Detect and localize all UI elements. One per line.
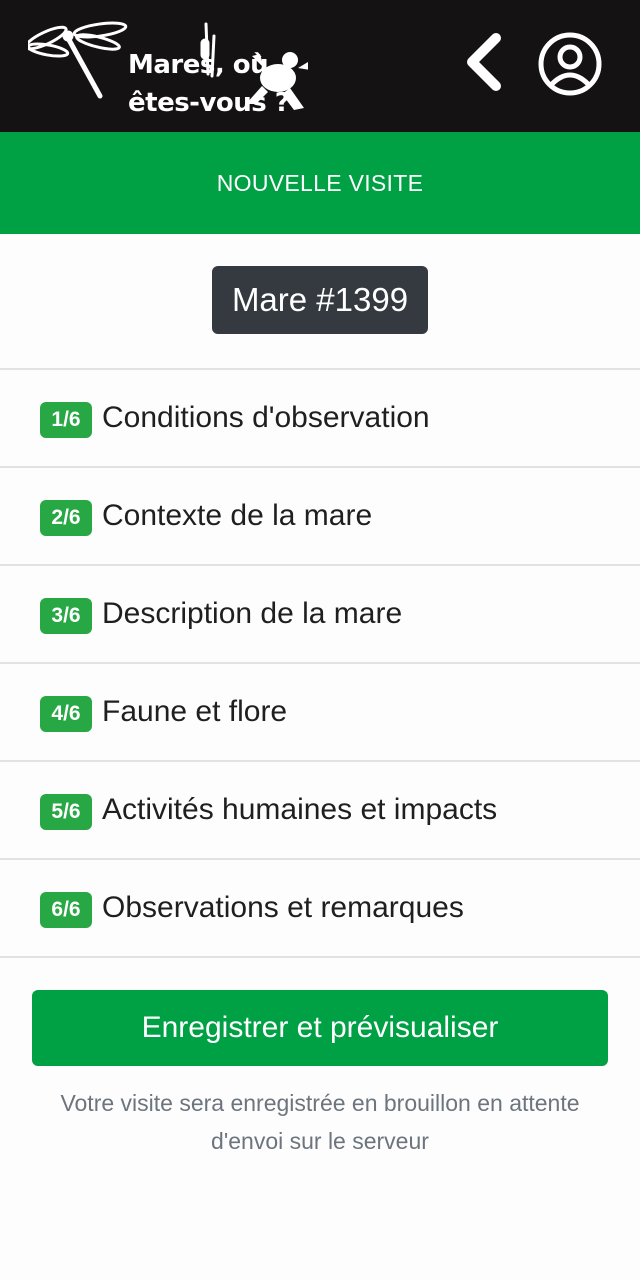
section-title: NOUVELLE VISITE (216, 169, 424, 196)
step-badge: 3/6 (40, 598, 92, 634)
step-label: Description de la mare (102, 597, 403, 630)
step-badge: 4/6 (40, 696, 92, 732)
step-item-contexte[interactable]: 2/6 Contexte de la mare (0, 468, 640, 566)
step-item-activites[interactable]: 5/6 Activités humaines et impacts (0, 762, 640, 860)
step-badge: 5/6 (40, 794, 92, 830)
mare-header: Mare #1399 (0, 234, 640, 368)
step-label: Activités humaines et impacts (102, 793, 498, 826)
logo-title-line2: êtes-vous ? (128, 88, 290, 118)
step-label: Contexte de la mare (102, 499, 373, 532)
user-account-button[interactable] (536, 30, 604, 98)
step-badge: 6/6 (40, 892, 92, 928)
step-label: Faune et flore (102, 695, 288, 728)
step-badge: 2/6 (40, 500, 92, 536)
back-button[interactable] (460, 32, 508, 92)
draft-note: Votre visite sera enregistrée en brouill… (60, 1090, 580, 1154)
user-circle-icon (538, 32, 602, 96)
step-item-description[interactable]: 3/6 Description de la mare (0, 566, 640, 664)
app-logo[interactable]: Mares, où êtes-vous ? (24, 16, 310, 122)
step-badge: 1/6 (40, 402, 92, 438)
chevron-left-icon (467, 33, 501, 91)
section-title-bar: NOUVELLE VISITE (0, 132, 640, 234)
mare-id-badge: Mare #1399 (211, 266, 429, 334)
step-item-observations[interactable]: 6/6 Observations et remarques (0, 860, 640, 958)
step-label: Observations et remarques (102, 891, 464, 924)
step-item-conditions[interactable]: 1/6 Conditions d'observation (0, 370, 640, 468)
step-item-faune-flore[interactable]: 4/6 Faune et flore (0, 664, 640, 762)
top-bar: Mares, où êtes-vous ? (0, 0, 640, 132)
step-list: 1/6 Conditions d'observation 2/6 Context… (0, 368, 640, 958)
save-and-preview-button[interactable]: Enregistrer et prévisualiser (32, 990, 608, 1066)
step-label: Conditions d'observation (102, 401, 430, 434)
logo-title-line1: Mares, où (128, 50, 269, 80)
